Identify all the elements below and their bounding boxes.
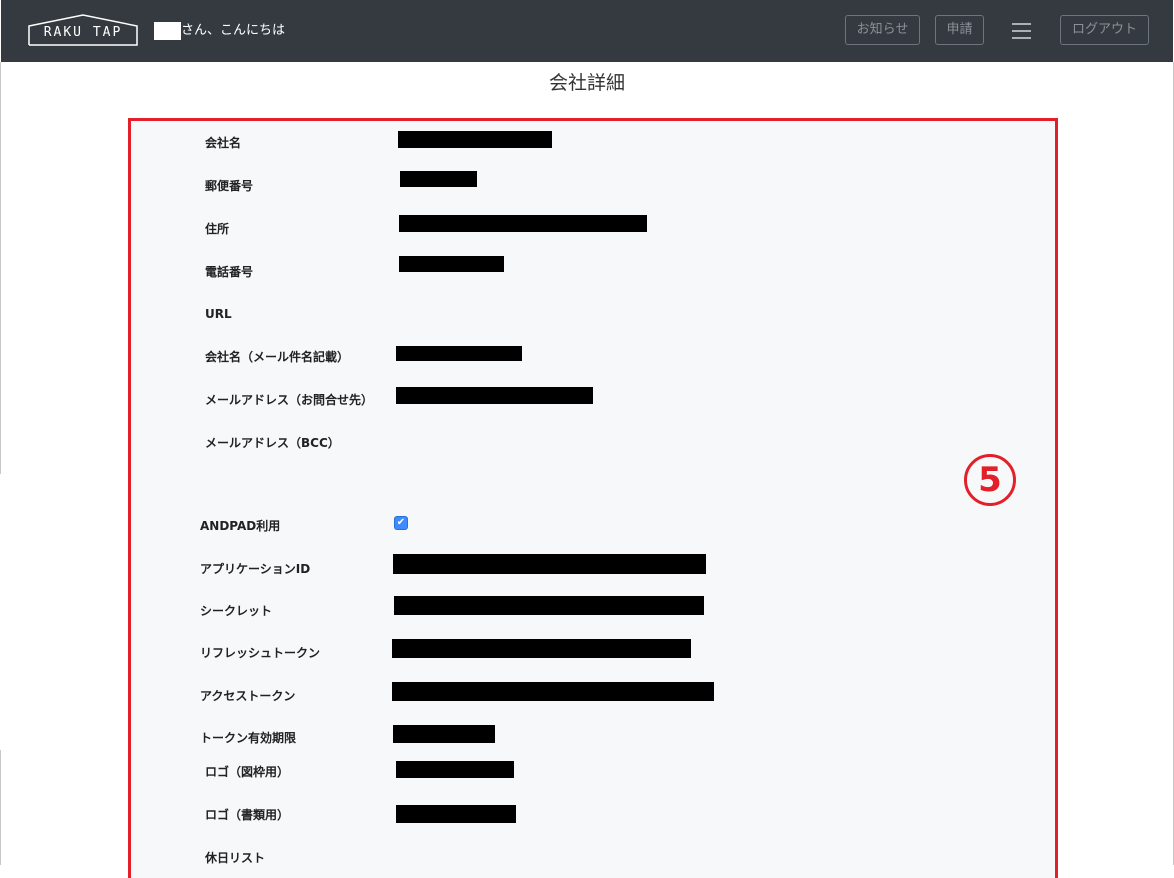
value-secret-redacted [394, 596, 704, 615]
user-name-redacted [154, 22, 181, 40]
label-company-name: 会社名 [205, 136, 242, 150]
label-company-name-mail: 会社名（メール件名記載） [205, 350, 350, 364]
label-phone: 電話番号 [205, 265, 254, 279]
value-mail-contact-redacted [396, 387, 593, 404]
value-logo-document-redacted [396, 805, 516, 823]
value-company-name-redacted [398, 131, 552, 148]
value-phone-redacted [399, 256, 504, 272]
page-title: 会社詳細 [548, 72, 625, 94]
logout-button[interactable]: ログアウト [1060, 15, 1149, 45]
label-refresh-token: リフレッシュトークン [200, 646, 321, 660]
label-secret: シークレット [200, 604, 273, 618]
apply-button[interactable]: 申請 [935, 15, 984, 45]
andpad-checkbox[interactable]: ✔ [394, 516, 408, 530]
label-andpad: ANDPAD利用 [200, 519, 281, 533]
label-address: 住所 [205, 222, 230, 236]
label-holiday-list: 休日リスト [205, 851, 266, 865]
value-address-redacted [399, 215, 647, 232]
label-token-expiry: トークン有効期限 [200, 731, 297, 745]
top-navbar: RAKU TAP さん、こんにちは お知らせ 申請 ログアウト [1, 0, 1173, 62]
label-logo-document: ロゴ（書類用） [205, 808, 290, 822]
label-mail-bcc: メールアドレス（BCC） [205, 436, 340, 450]
value-company-name-mail-redacted [396, 346, 522, 361]
value-logo-drawing-redacted [396, 761, 514, 778]
label-postal-code: 郵便番号 [205, 179, 254, 193]
value-token-expiry-redacted [393, 725, 495, 743]
greeting-text: さん、こんにちは [181, 23, 286, 38]
annotation-marker-5: 5 [964, 454, 1016, 506]
label-url: URL [205, 307, 232, 321]
label-logo-drawing: ロゴ（図枠用） [205, 765, 290, 779]
logo-text: RAKU TAP [43, 25, 123, 40]
page-border-left [0, 62, 1, 474]
value-refresh-token-redacted [392, 639, 691, 658]
value-postal-code-redacted [400, 171, 477, 187]
raku-tap-logo[interactable]: RAKU TAP [28, 14, 138, 46]
hamburger-menu-icon[interactable] [1009, 20, 1035, 40]
label-app-id: アプリケーションID [200, 562, 311, 576]
label-access-token: アクセストークン [200, 689, 296, 703]
news-button[interactable]: お知らせ [845, 15, 920, 45]
value-access-token-redacted [392, 682, 714, 701]
value-app-id-redacted [393, 554, 706, 574]
page-border-left-lower [0, 750, 1, 865]
label-mail-contact: メールアドレス（お問合せ先） [205, 393, 374, 407]
